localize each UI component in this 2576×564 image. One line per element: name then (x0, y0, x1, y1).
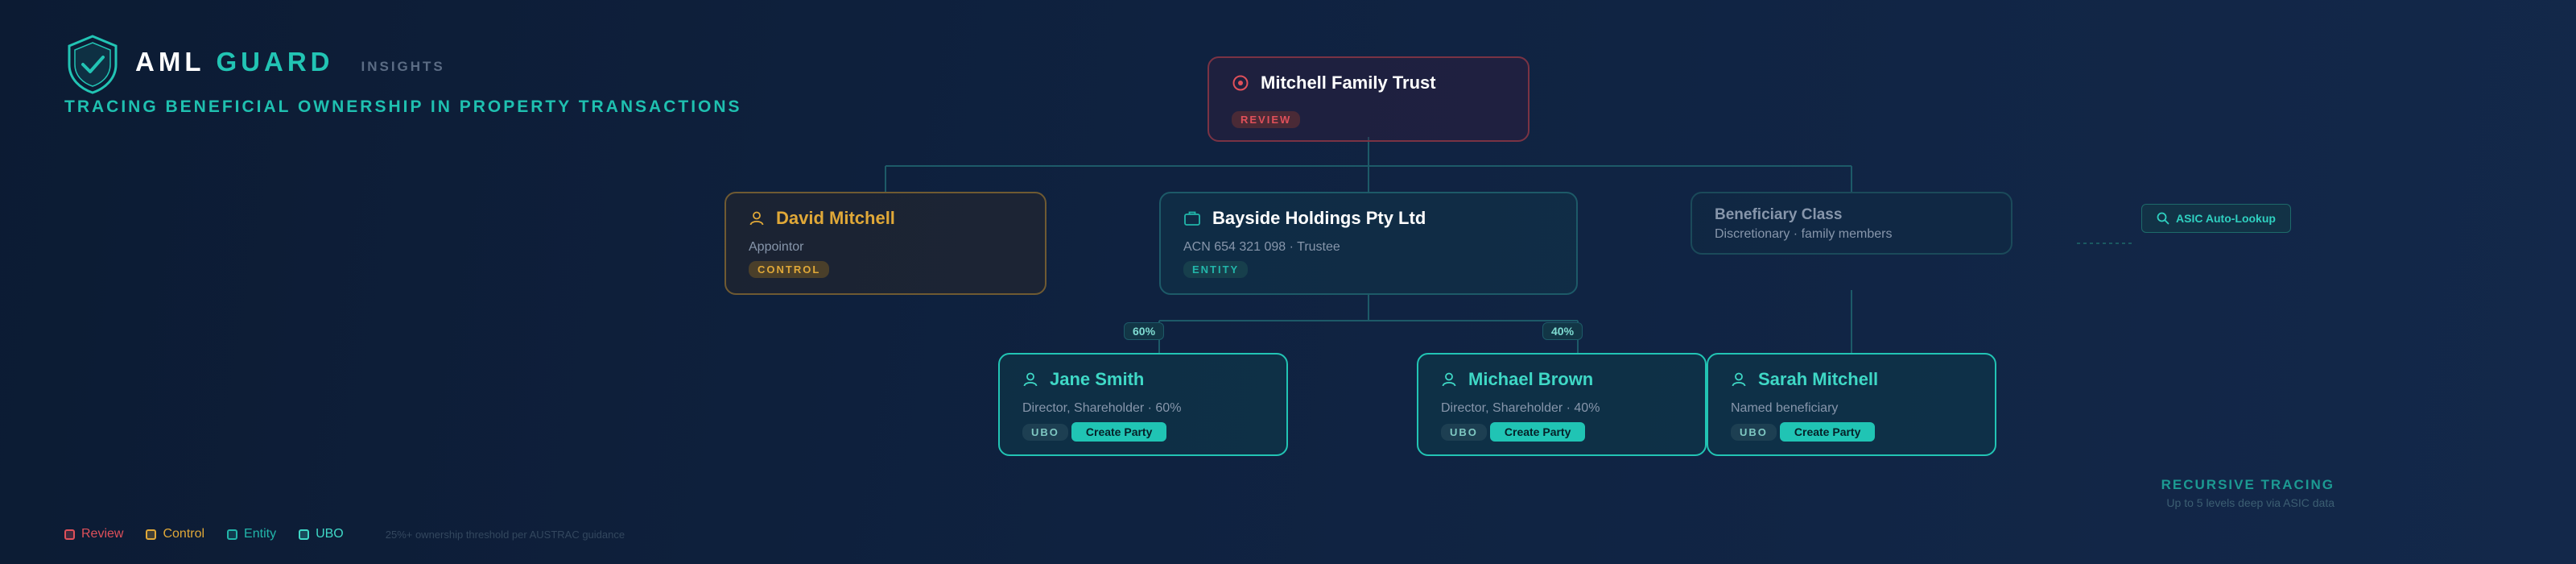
node-role: Director, Shareholder · 60% (1022, 401, 1182, 415)
node-michael-brown[interactable]: Michael Brown Director, Shareholder · 40… (1417, 353, 1707, 456)
asic-label: ASIC Auto-Lookup (2176, 212, 2276, 225)
legend-label: Control (163, 527, 205, 541)
legend-item-review: Review (64, 527, 123, 541)
ownership-pct-michael: 40% (1542, 322, 1583, 340)
asic-auto-lookup-button[interactable]: ASIC Auto-Lookup (2141, 204, 2291, 233)
briefcase-icon (1184, 211, 1200, 226)
node-title: David Mitchell (776, 208, 895, 228)
legend: Review Control Entity UBO 25%+ ownership… (64, 527, 625, 541)
node-jane-smith[interactable]: Jane Smith Director, Shareholder · 60% U… (998, 353, 1288, 456)
legend-item-control: Control (146, 527, 204, 541)
status-badge-ubo: UBO (1441, 423, 1487, 441)
person-icon (1732, 372, 1746, 387)
node-title: Bayside Holdings Pty Ltd (1212, 208, 1426, 228)
node-role: Director, Shareholder · 40% (1441, 401, 1600, 415)
create-party-button[interactable]: Create Party (1489, 422, 1586, 442)
recursive-title: RECURSIVE TRACING (2161, 477, 2334, 492)
person-icon (1023, 372, 1038, 387)
status-badge-ubo: UBO (1731, 423, 1777, 441)
person-icon (749, 211, 764, 226)
legend-label: UBO (316, 527, 344, 541)
node-mitchell-family-trust[interactable]: Mitchell Family Trust REVIEW (1208, 56, 1530, 142)
legend-item-entity: Entity (227, 527, 276, 541)
recursive-subtitle: Up to 5 levels deep via ASIC data (2166, 496, 2334, 509)
status-badge-entity: ENTITY (1183, 261, 1249, 278)
node-bayside-holdings[interactable]: Bayside Holdings Pty Ltd ACN 654 321 098… (1159, 192, 1578, 295)
node-details: Discretionary · family members (1715, 227, 1893, 241)
legend-swatch (299, 529, 310, 540)
legend-item-ubo: UBO (299, 527, 344, 541)
node-title: Mitchell Family Trust (1261, 73, 1436, 93)
node-title: Beneficiary Class (1715, 206, 1843, 223)
ownership-pct-jane: 60% (1124, 322, 1165, 340)
node-title: Jane Smith (1050, 369, 1145, 389)
create-party-button[interactable]: Create Party (1779, 422, 1876, 442)
node-sarah-mitchell[interactable]: Sarah Mitchell Named beneficiary UBO Cre… (1707, 353, 1996, 456)
person-icon (1442, 372, 1456, 387)
legend-swatch (227, 529, 238, 540)
node-beneficiary-class[interactable]: Beneficiary Class Discretionary · family… (1690, 192, 2013, 255)
legend-swatch (146, 529, 157, 540)
recursive-tracing-note: RECURSIVE TRACING Up to 5 levels deep vi… (2161, 477, 2334, 509)
node-details: ACN 654 321 098 · Trustee (1183, 240, 1340, 254)
legend-label: Entity (244, 527, 277, 541)
status-badge-review: REVIEW (1232, 111, 1301, 128)
node-title: Sarah Mitchell (1758, 369, 1879, 389)
node-role: Appointor (749, 240, 804, 254)
node-title: Michael Brown (1468, 369, 1594, 389)
node-role: Named beneficiary (1731, 401, 1839, 415)
create-party-button[interactable]: Create Party (1071, 422, 1167, 442)
target-icon (1232, 75, 1249, 91)
legend-label: Review (81, 527, 124, 541)
threshold-note: 25%+ ownership threshold per AUSTRAC gui… (385, 528, 625, 541)
node-david-mitchell[interactable]: David Mitchell Appointor CONTROL (724, 192, 1046, 295)
status-badge-ubo: UBO (1022, 423, 1068, 441)
status-badge-control: CONTROL (749, 261, 830, 278)
search-icon (2157, 212, 2169, 225)
legend-swatch (64, 529, 75, 540)
